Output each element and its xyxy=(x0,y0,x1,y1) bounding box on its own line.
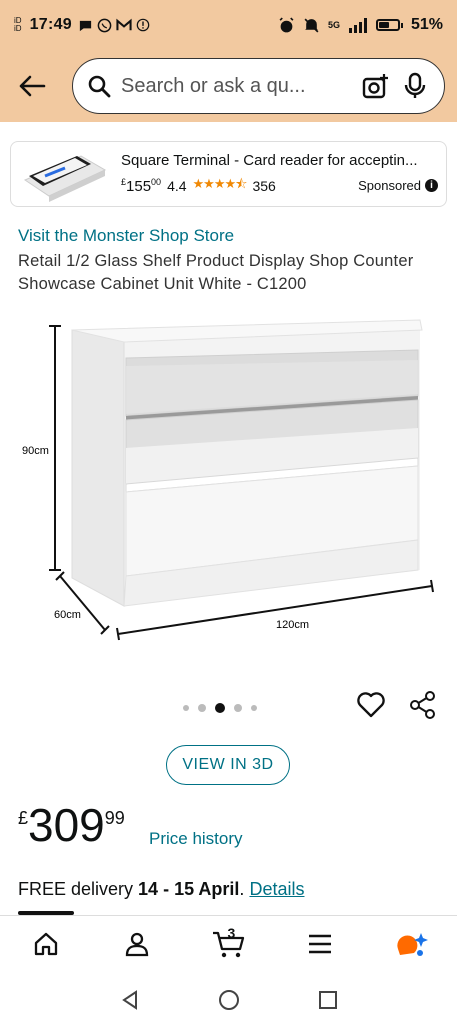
share-icon xyxy=(410,691,435,719)
battery-level xyxy=(378,22,390,28)
dimension-width-label: 120cm xyxy=(276,619,309,631)
battery-percent: 51% xyxy=(410,16,443,33)
heart-icon xyxy=(357,692,385,718)
clock: 17:49 xyxy=(29,16,72,33)
mute-icon xyxy=(304,18,319,32)
alert-icon xyxy=(136,18,150,31)
wishlist-button[interactable] xyxy=(356,690,386,720)
search-bar[interactable]: Search or ask a qu... xyxy=(72,58,445,114)
user-icon xyxy=(125,932,149,956)
app-header: Search or ask a qu... xyxy=(0,50,457,122)
battery-icon xyxy=(375,19,403,31)
network-label: 5G xyxy=(327,20,340,30)
carousel-dot[interactable] xyxy=(183,705,189,711)
system-recents-icon[interactable] xyxy=(317,989,339,1011)
price: £ 309 99 xyxy=(18,800,125,850)
price-currency: £ xyxy=(18,808,29,828)
search-input[interactable]: Search or ask a qu... xyxy=(121,75,350,98)
delivery-info: FREE delivery 14 - 15 April. Details xyxy=(18,879,305,899)
chat-notification-icon xyxy=(79,20,92,31)
carousel-dot[interactable] xyxy=(198,704,206,712)
carousel-dot[interactable] xyxy=(251,705,257,711)
nav-cart[interactable]: 3 xyxy=(208,924,248,964)
ad-review-count: 356 xyxy=(252,177,276,194)
price-fraction: 99 xyxy=(104,808,125,828)
image-carousel-dots[interactable] xyxy=(183,703,257,713)
alarm-icon xyxy=(279,16,294,32)
nav-account[interactable] xyxy=(117,924,157,964)
carousel-dot[interactable] xyxy=(234,704,242,712)
star-rating-icon: ★★★★⯪ xyxy=(192,175,248,191)
system-navigation-bar xyxy=(0,975,457,1024)
info-icon: i xyxy=(425,179,438,192)
dimension-depth-label: 60cm xyxy=(54,609,81,621)
nav-menu[interactable] xyxy=(300,924,340,964)
carousel-dot-active[interactable] xyxy=(215,703,225,713)
ad-rating: 4.4 xyxy=(167,177,187,194)
whatsapp-icon xyxy=(97,18,112,32)
cart-count-badge: 3 xyxy=(227,924,236,941)
ad-title[interactable]: Square Terminal - Card reader for accept… xyxy=(121,152,438,169)
ad-product-image xyxy=(19,146,111,202)
product-title: Retail 1/2 Glass Shelf Product Display S… xyxy=(18,252,414,293)
rufus-assistant-icon xyxy=(397,932,429,956)
store-link[interactable]: Visit the Monster Shop Store xyxy=(18,226,234,246)
search-icon xyxy=(88,75,111,98)
menu-icon xyxy=(308,934,331,953)
gmail-icon xyxy=(116,18,132,30)
microphone-icon xyxy=(404,72,426,98)
price-whole: 309 xyxy=(28,799,105,851)
signal-icon xyxy=(348,17,367,33)
sim2-label: iD xyxy=(14,24,22,33)
camera-search-button[interactable] xyxy=(360,71,390,101)
status-bar: iD iD 17:49 5G 51% xyxy=(0,0,457,50)
delivery-prefix: FREE delivery xyxy=(18,879,134,899)
sim-indicator: iD iD xyxy=(14,17,22,33)
system-back-icon[interactable] xyxy=(119,989,141,1011)
delivery-details-link[interactable]: Details xyxy=(249,879,304,899)
back-arrow-icon xyxy=(19,75,46,97)
share-button[interactable] xyxy=(408,690,438,720)
view-in-3d-button[interactable]: VIEW IN 3D xyxy=(166,745,290,785)
nav-rufus[interactable] xyxy=(391,924,431,964)
dimension-height-label: 90cm xyxy=(22,445,49,457)
home-icon xyxy=(34,932,57,955)
sponsored-label[interactable]: Sponsored i xyxy=(358,178,438,193)
product-image[interactable]: 90cm 60cm 120cm xyxy=(0,308,457,668)
bottom-navigation: 3 xyxy=(0,915,457,971)
price-history-link[interactable]: Price history xyxy=(149,829,243,849)
camera-icon xyxy=(362,74,388,99)
system-home-icon[interactable] xyxy=(218,989,240,1011)
ad-price: £15500 xyxy=(121,176,162,195)
sponsored-ad-card[interactable]: Square Terminal - Card reader for accept… xyxy=(10,141,447,207)
delivery-dates: 14 - 15 April xyxy=(138,879,240,899)
voice-search-button[interactable] xyxy=(400,71,430,101)
nav-home[interactable] xyxy=(26,924,66,964)
back-button[interactable] xyxy=(12,66,52,106)
